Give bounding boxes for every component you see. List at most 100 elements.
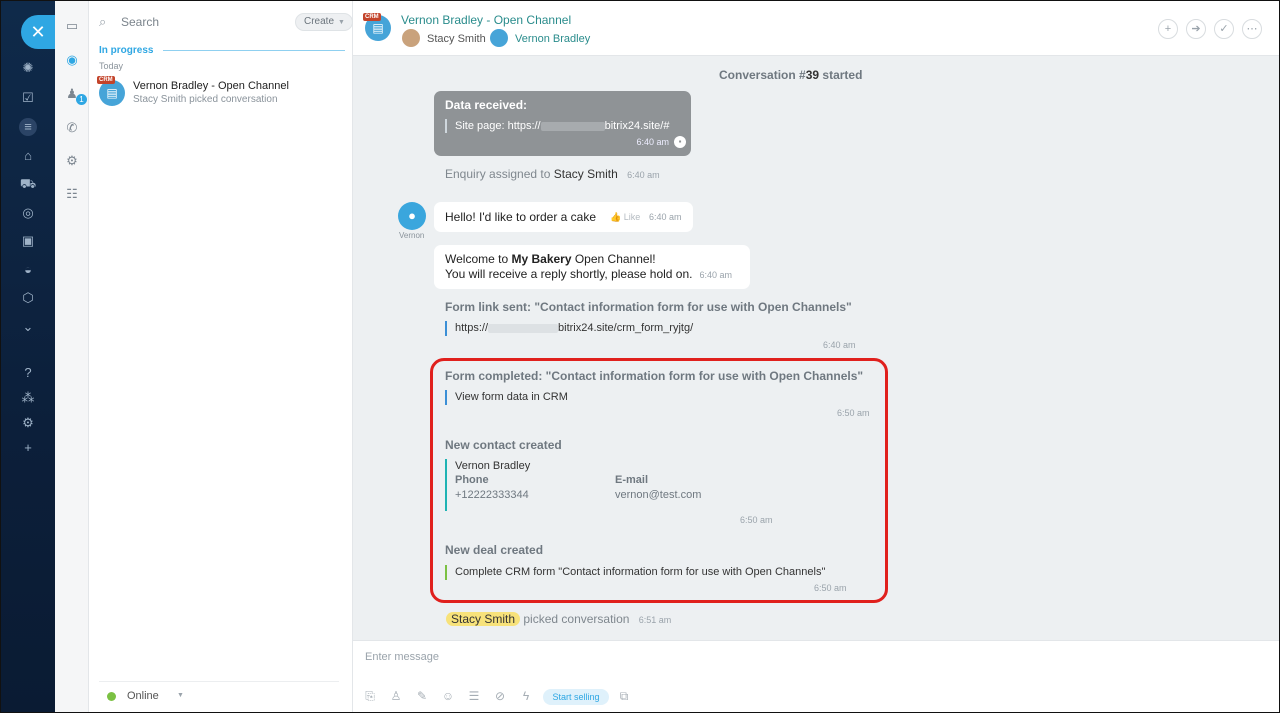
client-message[interactable]: Hello! I'd like to order a cake 👍 Like 6… — [434, 202, 693, 232]
thumbs-up-icon: 👍 — [610, 212, 622, 222]
day-label: Today — [99, 61, 124, 71]
operator-avatar[interactable] — [402, 29, 420, 47]
site-page-line: Site page: https:// bitrix24.site/# — [455, 120, 669, 132]
welcome-suffix: Open Channel! — [571, 252, 656, 266]
client-name[interactable]: Vernon Bradley — [515, 33, 590, 45]
enquiry-assigned: Enquiry assigned to Stacy Smith 6:40 am — [445, 167, 660, 181]
recent-chat-item[interactable]: ▤ CRM Vernon Bradley - Open Channel Stac… — [97, 76, 344, 110]
client-message-text: Hello! I'd like to order a cake — [445, 210, 597, 224]
settings-icon[interactable]: ⚙ — [19, 414, 37, 432]
contact-card-icon[interactable]: ▣ — [19, 232, 37, 250]
edit-icon[interactable]: ✎ — [415, 689, 429, 703]
redacted-text — [488, 323, 559, 333]
notification-badge: 1 — [76, 94, 87, 105]
like-label: Like — [623, 212, 641, 222]
client-avatar-icon[interactable]: ● — [398, 202, 426, 230]
app-window: ✕ ✺ ☑ ≡ ⌂ ⛟ ◎ ▣ ◒ ⬡ ⌄ ? ⁂ ⚙ + ▭ ◉ ♟ 1 ✆ … — [0, 0, 1280, 713]
chevron-down-icon: ▼ — [338, 19, 345, 26]
box-icon[interactable]: ⬡ — [19, 289, 37, 307]
main-rail: ✕ ✺ ☑ ≡ ⌂ ⛟ ◎ ▣ ◒ ⬡ ⌄ ? ⁂ ⚙ + — [1, 1, 55, 712]
cart-icon[interactable]: ⛟ — [19, 175, 37, 193]
quote-bar — [445, 321, 447, 336]
welcome-line-2: You will receive a reply shortly, please… — [445, 267, 732, 281]
bolt-icon[interactable]: ϟ — [519, 689, 533, 703]
search-input[interactable] — [121, 13, 271, 31]
conversation-number: 39 — [805, 68, 820, 82]
assigned-text: Enquiry assigned to — [445, 167, 551, 181]
section-in-progress: In progress — [99, 45, 154, 56]
message-time: 6:40 am — [823, 340, 856, 350]
lock-icon: ▪ — [674, 136, 686, 148]
search-icon: ⌕ — [99, 14, 107, 29]
copy-icon[interactable]: ⧉ — [617, 689, 631, 703]
welcome-text: You will receive a reply shortly, please… — [445, 267, 693, 281]
chat-subtitle: Stacy Smith picked conversation — [133, 94, 278, 105]
tasks-icon[interactable]: ☑ — [19, 89, 37, 107]
dialog-title[interactable]: Vernon Bradley - Open Channel — [401, 13, 571, 27]
close-icon[interactable]: ✕ — [21, 15, 55, 49]
feed-icon[interactable]: ✺ — [19, 59, 37, 77]
more-down-icon[interactable]: ⌄ — [19, 318, 37, 336]
smile-icon[interactable]: ☺ — [441, 689, 455, 703]
notifications-icon[interactable]: ♟ 1 — [63, 85, 87, 105]
dialog-header: ▤ CRM Vernon Bradley - Open Channel Stac… — [353, 1, 1279, 56]
form-link-suffix: bitrix24.site/crm_form_ryjtg/ — [558, 322, 694, 334]
add-user-icon[interactable]: + — [1158, 19, 1178, 39]
form-sent-title: Form link sent: "Contact information for… — [445, 300, 852, 314]
phone-icon[interactable]: ✆ — [63, 119, 81, 137]
notes-icon[interactable]: ☷ — [63, 185, 81, 203]
crm-tag: CRM — [97, 76, 115, 84]
client-avatar[interactable] — [490, 29, 508, 47]
crm-filter-icon[interactable]: ≡ — [19, 118, 37, 136]
target-icon[interactable]: ◎ — [19, 204, 37, 222]
hide-icon[interactable]: ⊘ — [493, 689, 507, 703]
add-icon[interactable]: + — [19, 439, 37, 457]
finish-icon[interactable]: ✓ — [1214, 19, 1234, 39]
message-list[interactable]: Conversation #39 started Data received: … — [353, 56, 1279, 640]
user-icon[interactable]: ♙ — [389, 689, 403, 703]
structure-icon[interactable]: ⁂ — [19, 389, 37, 407]
company-name: My Bakery — [511, 252, 572, 266]
chevron-down-icon: ▼ — [177, 692, 184, 699]
more-icon[interactable]: ⋯ — [1242, 19, 1262, 39]
assigned-name[interactable]: Stacy Smith — [554, 167, 618, 181]
highlight-frame — [430, 358, 888, 603]
search-box: ⌕ Create▼ — [99, 11, 353, 33]
robot-icon[interactable]: ◒ — [19, 261, 37, 279]
bank-icon[interactable]: ⌂ — [19, 147, 37, 165]
picked-text: picked conversation — [523, 612, 630, 626]
message-time: 6:40 am — [699, 270, 733, 280]
welcome-prefix: Welcome to — [445, 252, 512, 266]
data-received-message: Data received: Site page: https:// bitrix… — [434, 91, 691, 156]
help-icon[interactable]: ? — [19, 364, 37, 382]
site-page-prefix: Site page: https:// — [455, 120, 541, 132]
list-icon[interactable]: ☰ — [467, 689, 481, 703]
status-selector[interactable]: Online ▼ — [99, 681, 339, 709]
message-input[interactable] — [365, 647, 965, 667]
welcome-line-1: Welcome to My Bakery Open Channel! — [445, 252, 656, 266]
chat-icon[interactable]: ▭ — [63, 17, 81, 35]
conversation-suffix: started — [819, 68, 863, 82]
message-time: 6:40 am — [636, 137, 669, 147]
site-page-suffix: bitrix24.site/# — [604, 120, 670, 132]
welcome-message: Welcome to My Bakery Open Channel! You w… — [434, 245, 750, 289]
open-channels-icon[interactable]: ◉ — [63, 51, 81, 69]
picked-name[interactable]: Stacy Smith — [446, 612, 521, 626]
form-link[interactable]: https:// bitrix24.site/crm_form_ryjtg/ — [455, 322, 693, 334]
section-divider — [163, 50, 345, 51]
data-received-title: Data received: — [445, 98, 528, 112]
conversation-prefix: Conversation # — [719, 68, 806, 82]
transfer-icon[interactable]: ➔ — [1186, 19, 1206, 39]
redacted-text — [540, 121, 605, 131]
message-time: 6:40 am — [649, 212, 682, 222]
crm-tag: CRM — [363, 13, 381, 21]
attach-icon[interactable]: ⎘ — [363, 689, 377, 703]
like-button[interactable]: 👍 Like — [610, 212, 640, 223]
picked-conversation: Stacy Smith picked conversation 6:51 am — [446, 612, 671, 626]
dialog-area: ▤ CRM Vernon Bradley - Open Channel Stac… — [353, 1, 1279, 712]
online-status-dot — [107, 692, 116, 701]
operator-name[interactable]: Stacy Smith — [427, 33, 486, 45]
start-selling-button[interactable]: Start selling — [543, 689, 609, 705]
create-button[interactable]: Create ▼ — [295, 13, 353, 31]
gear-icon[interactable]: ⚙ — [63, 152, 81, 170]
